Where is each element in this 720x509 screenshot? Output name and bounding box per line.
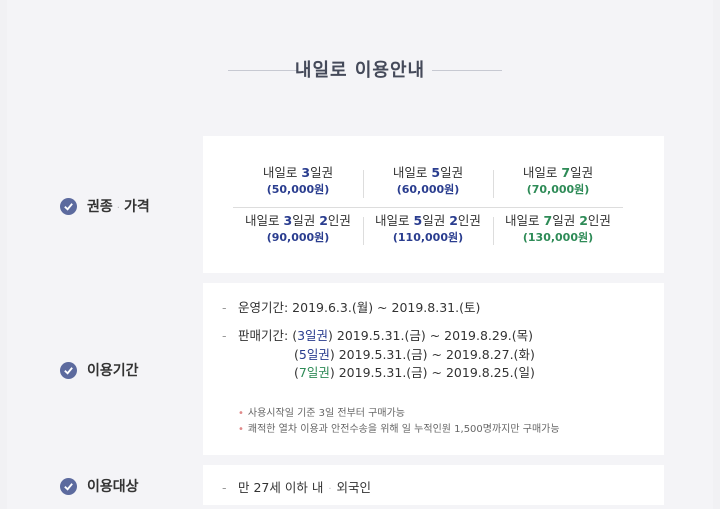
grid-divider <box>363 170 364 198</box>
check-circle-icon <box>60 197 77 215</box>
target-label: 이용대상 <box>60 476 139 496</box>
grid-divider <box>363 217 364 245</box>
title-divider-right <box>432 70 502 71</box>
target-text: -만 27세 이하 내 · 외국인 <box>222 480 372 495</box>
ticket-cell: 내일로 7일권 2인권 (130,000원) <box>505 213 611 244</box>
ticket-cell: 내일로 3일권 2인권 (90,000원) <box>245 213 351 244</box>
section-title: 내일로 이용안내 <box>0 56 720 86</box>
sale-period-7day: (7일권) 2019.5.31.(금) ~ 2019.8.25.(일) <box>294 365 535 380</box>
grid-divider <box>493 170 494 198</box>
check-circle-icon <box>60 477 77 495</box>
period-label: 이용기간 <box>60 360 139 380</box>
operation-period: - 운영기간: 2019.6.3.(월) ~ 2019.8.31.(토) <box>222 300 481 315</box>
ticket-grid: 내일로 3일권 (50,000원) 내일로 5일권 (60,000원) 내일로 … <box>233 157 623 257</box>
check-circle-icon <box>60 361 77 379</box>
page-title: 내일로 이용안내 <box>294 60 426 81</box>
ticket-cell: 내일로 5일권 2인권 (110,000원) <box>375 213 481 244</box>
note-item: • 사용시작일 기준 3일 전부터 구매가능 <box>238 408 405 419</box>
ticket-price-label: 권종 · 가격 <box>60 196 150 216</box>
grid-divider <box>233 207 623 208</box>
note-item: • 쾌적한 열차 이용과 안전수송을 위해 일 누적인원 1,500명까지만 구매… <box>238 424 560 435</box>
sale-period-3day: - 판매기간: (3일권) 2019.5.31.(금) ~ 2019.8.29.(… <box>222 328 534 343</box>
sale-period-5day: (5일권) 2019.5.31.(금) ~ 2019.8.27.(화) <box>294 347 535 362</box>
grid-divider <box>493 217 494 245</box>
